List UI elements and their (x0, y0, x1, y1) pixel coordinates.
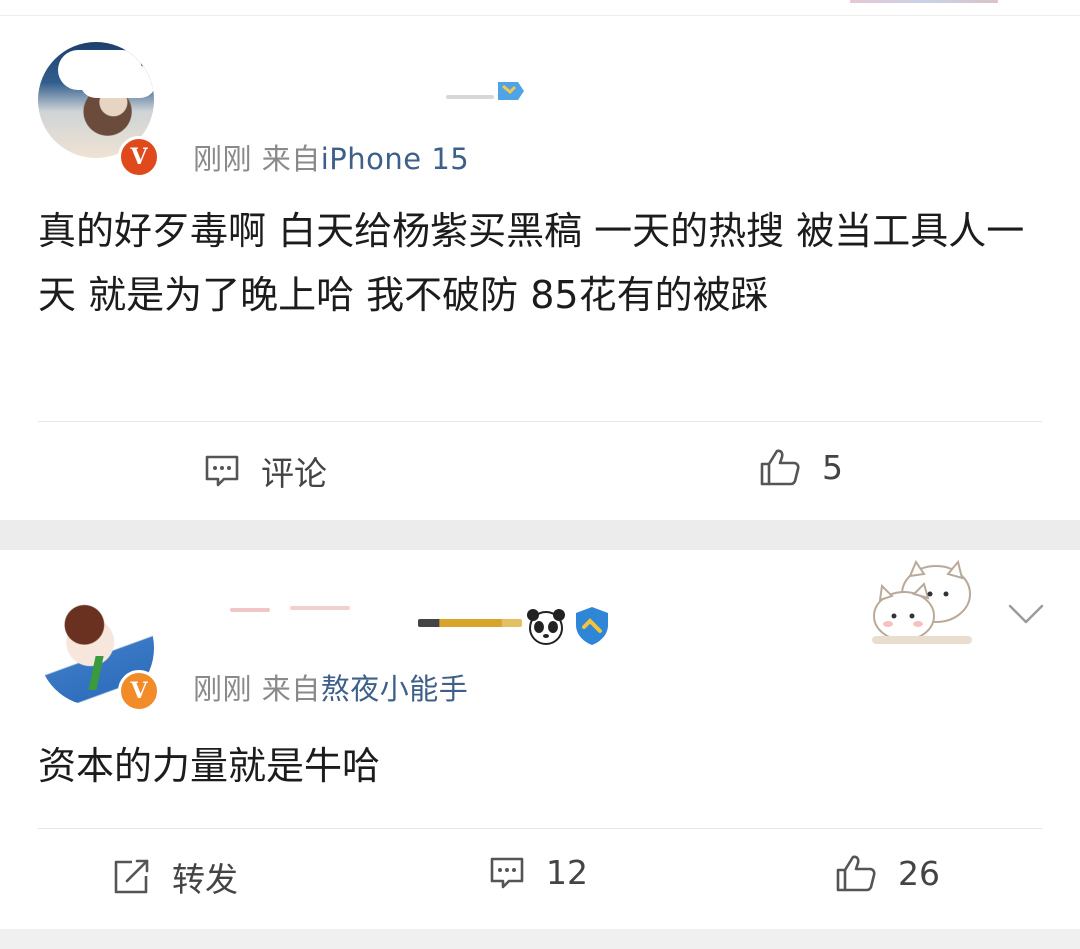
action-divider (38, 421, 1042, 422)
verified-v-badge: V (118, 136, 160, 178)
username-decoration (418, 619, 522, 627)
repost-icon (114, 859, 149, 894)
comment-button[interactable]: 12 (488, 853, 588, 892)
bottom-separator (0, 929, 1080, 949)
username-redacted (446, 95, 494, 99)
post-source-link[interactable]: iPhone 15 (321, 144, 470, 176)
avatar-detail (88, 656, 104, 690)
post-time: 刚刚 (193, 672, 253, 706)
like-button[interactable]: 5 (758, 447, 843, 487)
post-time: 刚刚 (193, 142, 253, 176)
post-source-link[interactable]: 熬夜小能手 (321, 672, 469, 706)
repost-button[interactable]: 转发 (112, 853, 238, 901)
like-button[interactable]: 26 (834, 853, 940, 893)
shield-icon (572, 605, 612, 647)
comment-count: 12 (546, 853, 588, 892)
thumbs-up-icon (836, 855, 876, 892)
cat-sticker (872, 559, 972, 644)
post-from-label: 来自 (261, 672, 321, 706)
like-count: 5 (822, 447, 843, 487)
comment-icon (490, 857, 524, 888)
verified-v-badge: V (118, 670, 160, 712)
shield-icon (490, 78, 528, 104)
comment-button[interactable]: 评论 (203, 447, 327, 495)
username-redacted (290, 606, 350, 610)
repost-label: 转发 (172, 860, 238, 899)
username-redacted (230, 608, 270, 612)
cropped-top-decoration (850, 0, 998, 3)
post-meta: 刚刚 来自熬夜小能手 (193, 666, 468, 708)
avatar-redaction (58, 50, 142, 90)
thumbs-up-icon (760, 449, 800, 486)
like-count: 26 (898, 853, 940, 893)
comment-label: 评论 (261, 454, 327, 493)
comment-icon (205, 455, 239, 487)
post-text: 真的好歹毒啊 白天给杨紫买黑稿 一天的热搜 被当工具人一天 就是为了晚上哈 我不… (38, 209, 1025, 317)
post-text: 资本的力量就是牛哈 (38, 744, 381, 788)
action-divider (38, 828, 1042, 829)
post-from-label: 来自 (261, 142, 321, 176)
chevron-down-icon[interactable] (1006, 600, 1046, 628)
card-separator (0, 520, 1080, 550)
panda-icon (527, 609, 565, 645)
